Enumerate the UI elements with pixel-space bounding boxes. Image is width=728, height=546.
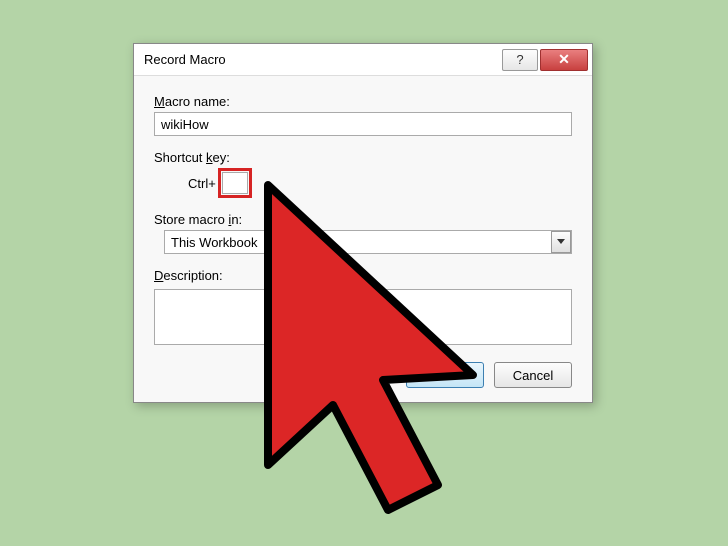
ctrl-label: Ctrl+: [188, 176, 216, 191]
description-label: Description:: [154, 268, 572, 283]
help-icon: ?: [516, 52, 523, 67]
shortcut-key-label: Shortcut key:: [154, 150, 572, 165]
macro-name-field: Macro name:: [154, 94, 572, 136]
description-input[interactable]: [154, 289, 572, 345]
macro-name-label: Macro name:: [154, 94, 572, 109]
shortcut-key-input[interactable]: [222, 172, 248, 194]
record-macro-dialog: Record Macro ? ✕ Macro name: Shortcut ke…: [133, 43, 593, 403]
shortcut-key-field: Shortcut key: Ctrl+: [154, 150, 572, 198]
close-icon: ✕: [558, 51, 570, 68]
macro-name-input[interactable]: [154, 112, 572, 136]
titlebar[interactable]: Record Macro ? ✕: [134, 44, 592, 76]
chevron-down-icon[interactable]: [551, 231, 571, 253]
help-button[interactable]: ?: [502, 49, 538, 71]
dialog-buttons: OK Cancel: [154, 362, 572, 388]
dialog-body: Macro name: Shortcut key: Ctrl+ Store ma…: [134, 76, 592, 402]
shortcut-highlight: [218, 168, 252, 198]
store-macro-select[interactable]: This Workbook: [164, 230, 572, 254]
cancel-button[interactable]: Cancel: [494, 362, 572, 388]
description-field: Description:: [154, 268, 572, 348]
close-button[interactable]: ✕: [540, 49, 588, 71]
store-macro-value: This Workbook: [171, 235, 257, 250]
ok-button[interactable]: OK: [406, 362, 484, 388]
store-macro-field: Store macro in: This Workbook: [154, 212, 572, 254]
dialog-title: Record Macro: [144, 52, 500, 67]
store-macro-label: Store macro in:: [154, 212, 572, 227]
